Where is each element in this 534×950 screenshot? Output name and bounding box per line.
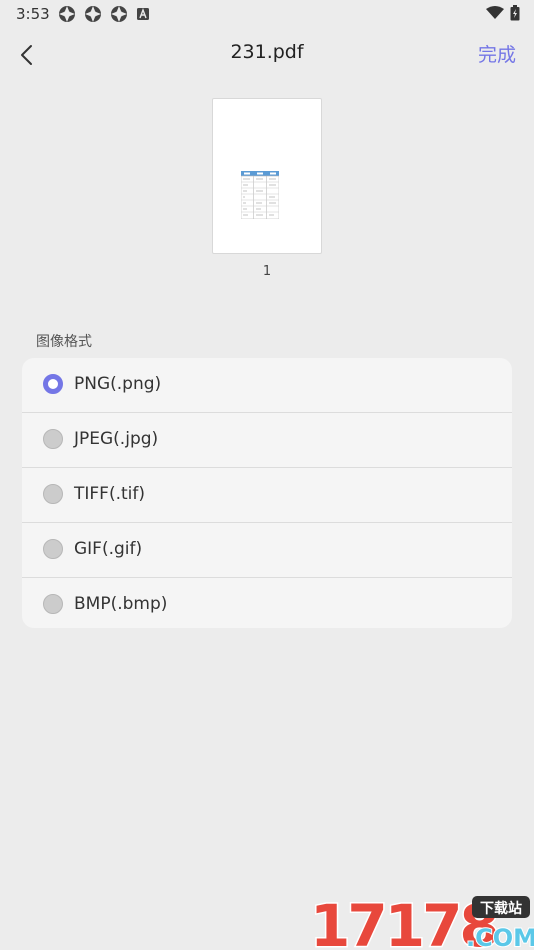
format-option-jpeg[interactable]: JPEG(.jpg) xyxy=(22,413,512,468)
format-option-bmp[interactable]: BMP(.bmp) xyxy=(22,578,512,628)
radio-button[interactable] xyxy=(43,594,63,614)
status-bar: 3:53 xyxy=(0,0,534,28)
status-system-icons xyxy=(486,5,520,21)
radio-button[interactable] xyxy=(43,429,63,449)
status-notification-icons xyxy=(58,5,150,23)
section-label: 图像格式 xyxy=(36,334,92,350)
radio-button[interactable] xyxy=(43,539,63,559)
table-preview-graphic xyxy=(241,171,279,219)
format-option-png[interactable]: PNG(.png) xyxy=(22,358,512,413)
format-option-label: GIF(.gif) xyxy=(74,539,143,559)
format-option-tiff[interactable]: TIFF(.tif) xyxy=(22,468,512,523)
accessibility-notification-icon xyxy=(137,8,149,20)
battery-icon xyxy=(510,5,520,21)
radio-button-selected[interactable] xyxy=(43,374,63,394)
page-thumbnail[interactable] xyxy=(212,98,322,254)
app-notification-icon xyxy=(111,6,127,22)
top-app-bar: 231.pdf 完成 xyxy=(0,28,534,80)
site-watermark-logo: 17178 下载站 .COM xyxy=(309,891,534,950)
radio-button[interactable] xyxy=(43,484,63,504)
app-notification-icon xyxy=(85,6,101,22)
format-option-gif[interactable]: GIF(.gif) xyxy=(22,523,512,578)
page-title: 231.pdf xyxy=(230,41,304,63)
format-options-card: PNG(.png) JPEG(.jpg) TIFF(.tif) GIF(.gif… xyxy=(22,358,512,628)
done-button[interactable]: 完成 xyxy=(478,40,516,67)
wifi-icon xyxy=(486,6,504,19)
format-option-label: BMP(.bmp) xyxy=(74,594,168,614)
watermark-tag: 下载站 xyxy=(480,900,522,917)
status-time: 3:53 xyxy=(16,5,50,23)
page-number: 1 xyxy=(262,264,272,279)
format-option-label: TIFF(.tif) xyxy=(74,484,145,504)
format-option-label: PNG(.png) xyxy=(74,374,162,394)
format-option-label: JPEG(.jpg) xyxy=(74,429,159,449)
app-notification-icon xyxy=(59,6,75,22)
watermark-domain: .COM xyxy=(466,924,534,950)
